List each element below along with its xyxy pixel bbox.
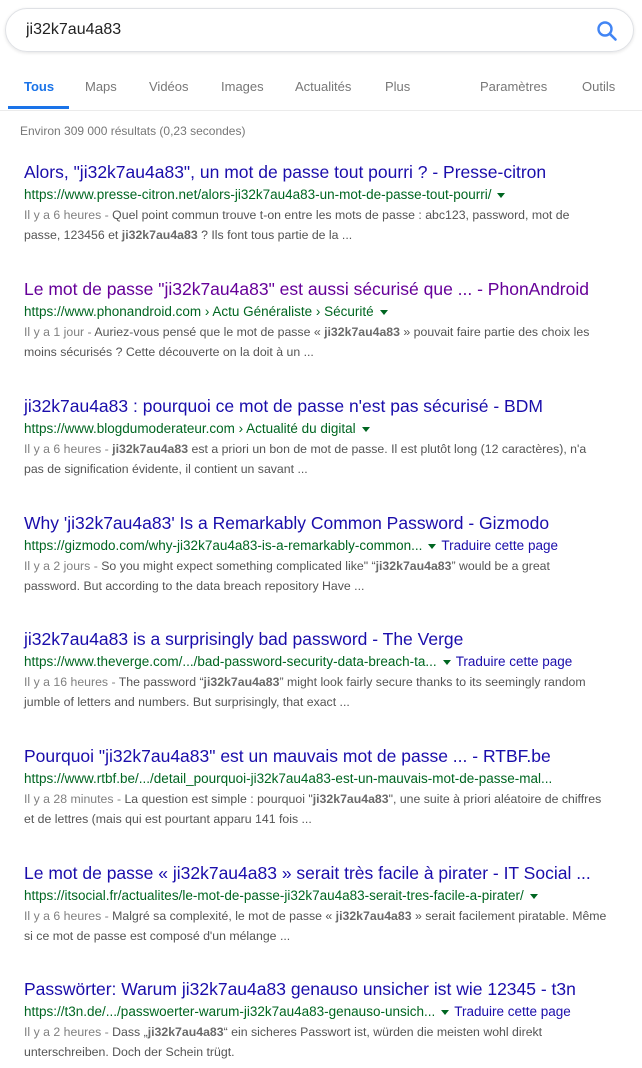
search-result: ji32k7au4a83 is a surprisingly bad passw… bbox=[24, 628, 624, 712]
settings-link[interactable]: Paramètres bbox=[480, 79, 547, 94]
snippet-text: So you might expect something complicate… bbox=[101, 559, 376, 573]
result-url[interactable]: https://www.blogdumoderateur.com › Actua… bbox=[24, 421, 356, 436]
search-result: ji32k7au4a83 : pourquoi ce mot de passe … bbox=[24, 395, 624, 479]
result-title-link[interactable]: Passwörter: Warum ji32k7au4a83 genauso u… bbox=[24, 978, 624, 1000]
chevron-down-icon[interactable] bbox=[442, 659, 451, 665]
tab-all[interactable]: Tous bbox=[24, 79, 54, 94]
result-url-line: https://www.rtbf.be/.../detail_pourquoi-… bbox=[24, 770, 624, 788]
result-stats: Environ 309 000 résultats (0,23 secondes… bbox=[20, 124, 246, 138]
result-url[interactable]: https://www.theverge.com/.../bad-passwor… bbox=[24, 654, 437, 669]
result-title-link[interactable]: Le mot de passe "ji32k7au4a83" est aussi… bbox=[24, 278, 624, 300]
result-date: Il y a 6 heures - bbox=[24, 208, 113, 222]
result-url[interactable]: https://t3n.de/.../passwoerter-warum-ji3… bbox=[24, 1004, 435, 1019]
result-date: Il y a 16 heures - bbox=[24, 675, 119, 689]
tab-more[interactable]: Plus bbox=[385, 79, 410, 94]
search-result: Alors, "ji32k7au4a83", un mot de passe t… bbox=[24, 161, 624, 245]
result-title-link[interactable]: ji32k7au4a83 is a surprisingly bad passw… bbox=[24, 628, 624, 650]
result-url-line: https://www.phonandroid.com › Actu Génér… bbox=[24, 303, 624, 321]
translate-link[interactable]: Traduire cette page bbox=[454, 1004, 571, 1019]
result-url[interactable]: https://gizmodo.com/why-ji32k7au4a83-is-… bbox=[24, 538, 422, 553]
search-tabs: Tous Maps Vidéos Images Actualités Plus … bbox=[0, 66, 642, 111]
result-snippet: Il y a 16 heures - The password “ji32k7a… bbox=[24, 672, 609, 712]
snippet-text: Malgré sa complexité, le mot de passe « bbox=[112, 909, 336, 923]
result-url[interactable]: https://www.presse-citron.net/alors-ji32… bbox=[24, 187, 491, 202]
result-title-link[interactable]: Alors, "ji32k7au4a83", un mot de passe t… bbox=[24, 161, 624, 183]
tab-videos[interactable]: Vidéos bbox=[149, 79, 189, 94]
snippet-highlight: ji32k7au4a83 bbox=[335, 909, 412, 923]
result-snippet: Il y a 6 heures - Malgré sa complexité, … bbox=[24, 906, 609, 946]
result-date: Il y a 6 heures - bbox=[24, 909, 113, 923]
chevron-down-icon[interactable] bbox=[379, 309, 388, 315]
result-snippet: Il y a 28 minutes - La question est simp… bbox=[24, 789, 609, 829]
chevron-down-icon[interactable] bbox=[529, 893, 538, 899]
result-url[interactable]: https://itsocial.fr/actualites/le-mot-de… bbox=[24, 888, 524, 903]
result-url-line: https://gizmodo.com/why-ji32k7au4a83-is-… bbox=[24, 537, 624, 555]
snippet-highlight: ji32k7au4a83 bbox=[121, 228, 198, 242]
search-result: Le mot de passe "ji32k7au4a83" est aussi… bbox=[24, 278, 624, 362]
snippet-text: Auriez-vous pensé que le mot de passe « bbox=[94, 325, 325, 339]
result-url-line: https://itsocial.fr/actualites/le-mot-de… bbox=[24, 887, 624, 905]
result-date: Il y a 28 minutes - bbox=[24, 792, 125, 806]
result-title-link[interactable]: Pourquoi "ji32k7au4a83" est un mauvais m… bbox=[24, 745, 624, 767]
result-url-line: https://t3n.de/.../passwoerter-warum-ji3… bbox=[24, 1003, 624, 1021]
snippet-text: La question est simple : pourquoi " bbox=[124, 792, 313, 806]
tab-maps[interactable]: Maps bbox=[85, 79, 117, 94]
search-input[interactable] bbox=[26, 19, 566, 41]
active-tab-indicator bbox=[8, 106, 69, 109]
snippet-highlight: ji32k7au4a83 bbox=[112, 442, 189, 456]
result-date: Il y a 6 heures - bbox=[24, 442, 113, 456]
snippet-text: The password “ bbox=[118, 675, 204, 689]
snippet-text: ? Ils font tous partie de la ... bbox=[197, 228, 353, 242]
result-snippet: Il y a 1 jour - Auriez-vous pensé que le… bbox=[24, 322, 609, 362]
snippet-highlight: ji32k7au4a83 bbox=[375, 559, 452, 573]
search-box[interactable] bbox=[5, 8, 634, 52]
result-title-link[interactable]: ji32k7au4a83 : pourquoi ce mot de passe … bbox=[24, 395, 624, 417]
result-url-line: https://www.theverge.com/.../bad-passwor… bbox=[24, 653, 624, 671]
translate-link[interactable]: Traduire cette page bbox=[456, 654, 573, 669]
snippet-highlight: ji32k7au4a83 bbox=[324, 325, 400, 339]
result-date: Il y a 1 jour - bbox=[24, 325, 95, 339]
translate-link[interactable]: Traduire cette page bbox=[441, 538, 558, 553]
search-result: Passwörter: Warum ji32k7au4a83 genauso u… bbox=[24, 978, 624, 1062]
result-title-link[interactable]: Le mot de passe « ji32k7au4a83 » serait … bbox=[24, 862, 624, 884]
chevron-down-icon[interactable] bbox=[497, 192, 506, 198]
snippet-text: Dass „ bbox=[112, 1025, 148, 1039]
result-snippet: Il y a 6 heures - ji32k7au4a83 est a pri… bbox=[24, 439, 609, 479]
chevron-down-icon[interactable] bbox=[361, 426, 370, 432]
result-url-line: https://www.blogdumoderateur.com › Actua… bbox=[24, 420, 624, 438]
snippet-highlight: ji32k7au4a83 bbox=[203, 675, 280, 689]
result-snippet: Il y a 2 heures - Dass „ji32k7au4a83“ ei… bbox=[24, 1022, 609, 1062]
chevron-down-icon[interactable] bbox=[441, 1009, 450, 1015]
chevron-down-icon[interactable] bbox=[428, 543, 437, 549]
result-url-line: https://www.presse-citron.net/alors-ji32… bbox=[24, 186, 624, 204]
tab-news[interactable]: Actualités bbox=[295, 79, 351, 94]
result-snippet: Il y a 6 heures - Quel point commun trou… bbox=[24, 205, 609, 245]
search-result: Pourquoi "ji32k7au4a83" est un mauvais m… bbox=[24, 745, 624, 829]
tools-link[interactable]: Outils bbox=[582, 79, 615, 94]
snippet-highlight: ji32k7au4a83 bbox=[147, 1025, 224, 1039]
search-result: Le mot de passe « ji32k7au4a83 » serait … bbox=[24, 862, 624, 946]
result-url[interactable]: https://www.rtbf.be/.../detail_pourquoi-… bbox=[24, 771, 552, 786]
search-result: Why 'ji32k7au4a83' Is a Remarkably Commo… bbox=[24, 512, 624, 596]
result-date: Il y a 2 jours - bbox=[24, 559, 102, 573]
result-date: Il y a 2 heures - bbox=[24, 1025, 113, 1039]
search-icon[interactable] bbox=[595, 19, 619, 43]
result-snippet: Il y a 2 jours - So you might expect som… bbox=[24, 556, 609, 596]
snippet-highlight: ji32k7au4a83 bbox=[312, 792, 389, 806]
result-title-link[interactable]: Why 'ji32k7au4a83' Is a Remarkably Commo… bbox=[24, 512, 624, 534]
tab-images[interactable]: Images bbox=[221, 79, 264, 94]
result-url[interactable]: https://www.phonandroid.com › Actu Génér… bbox=[24, 304, 374, 319]
